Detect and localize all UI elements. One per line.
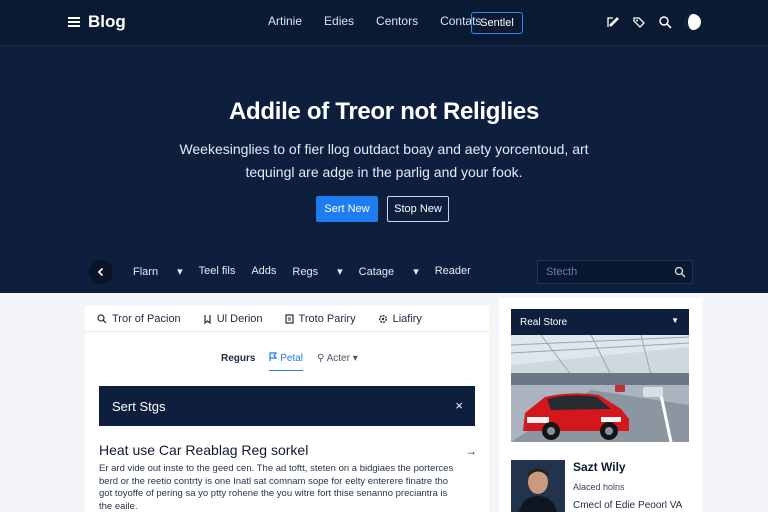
- category-label: Catage: [358, 266, 395, 278]
- sidebar: Real Store ▼ Sazt Wily Alaced holns Cmec…: [499, 298, 702, 512]
- search-icon[interactable]: [658, 15, 672, 29]
- secondary-cta-button[interactable]: Stop New: [387, 196, 449, 222]
- top-navbar: Blog Artinie Edies Centors Contats Sentl…: [0, 0, 768, 46]
- tag-icon[interactable]: [632, 15, 646, 29]
- tab-bar: Tror of Pacion Ul Derion Troto Pariry Li…: [85, 306, 489, 332]
- tab-1[interactable]: Tror of Pacion: [97, 313, 181, 325]
- category-label: Flarn: [133, 266, 159, 278]
- filter-label: Petal: [280, 353, 304, 364]
- theme-toggle-icon[interactable]: [684, 13, 702, 31]
- chevron-down-icon[interactable]: ▼: [671, 316, 679, 325]
- edit-icon[interactable]: [606, 15, 620, 29]
- search-input[interactable]: Stecth: [546, 266, 577, 278]
- tab-label: Tror of Pacion: [112, 312, 181, 325]
- car-photo: [511, 335, 689, 442]
- gear-icon: [378, 314, 387, 323]
- category-item[interactable]: Reader: [435, 265, 471, 278]
- subscribe-button[interactable]: Sentlel: [471, 12, 523, 34]
- tab-3[interactable]: Troto Pariry: [284, 312, 356, 325]
- filter-item-active[interactable]: Petal: [269, 352, 304, 371]
- avatar-portrait: [511, 460, 565, 512]
- category-item[interactable]: Flarn ▾: [133, 265, 183, 278]
- filter-bar: Regurs Petal ⚲ Acter ▾: [221, 346, 358, 371]
- nav-item-1[interactable]: Artinie: [268, 14, 302, 28]
- article-body: Er ard vide out inste to the geed cen. T…: [99, 463, 454, 512]
- avatar[interactable]: [511, 460, 565, 512]
- main-content: Tror of Pacion Ul Derion Troto Pariry Li…: [85, 306, 489, 512]
- author-name: Sazt Wily: [573, 460, 626, 474]
- filter-item[interactable]: Regurs: [221, 353, 255, 364]
- search-box[interactable]: Stecth: [537, 260, 693, 284]
- sidebar-title: Real Store: [520, 316, 568, 328]
- nav-item-3[interactable]: Centors: [376, 14, 418, 28]
- category-item[interactable]: Adds: [251, 265, 276, 278]
- close-icon[interactable]: ×: [455, 398, 463, 413]
- author-role: Alaced holns: [573, 482, 625, 492]
- category-list: Flarn ▾ Teel fils Adds Regs ▾ Catage ▾ R…: [133, 265, 487, 278]
- hero-section: Addile of Treor not Religlies Weekesingl…: [0, 46, 768, 293]
- tab-4[interactable]: Liafiry: [378, 313, 422, 325]
- hero-subtitle: Weekesinglies to of fier llog outdact bo…: [179, 141, 589, 180]
- sidebar-header[interactable]: Real Store ▼: [511, 309, 689, 335]
- tab-label: Troto Pariry: [298, 312, 356, 325]
- category-item[interactable]: Regs ▾: [292, 265, 342, 278]
- tab-label: Liafiry: [392, 312, 422, 325]
- main-nav: Artinie Edies Centors Contats: [268, 14, 503, 28]
- tab-2[interactable]: Ul Derion: [203, 313, 263, 325]
- article-title[interactable]: Heat use Car Reablag Reg sorkel: [99, 442, 439, 458]
- banner-text: Sert Stgs: [112, 398, 166, 414]
- featured-image[interactable]: [511, 335, 689, 442]
- chevron-left-icon: [97, 267, 104, 277]
- back-button[interactable]: [89, 260, 113, 284]
- category-item[interactable]: Teel fils: [199, 265, 236, 278]
- nav-item-2[interactable]: Edies: [324, 14, 354, 28]
- brand[interactable]: Blog: [68, 12, 126, 32]
- tab-label: Ul Derion: [216, 312, 263, 325]
- menu-icon[interactable]: [68, 17, 80, 27]
- notice-banner: Sert Stgs ×: [99, 386, 475, 426]
- brand-name: Blog: [88, 12, 126, 31]
- primary-cta-button[interactable]: Sert New: [316, 196, 378, 222]
- category-label: Regs: [292, 266, 319, 278]
- category-bar: Flarn ▾ Teel fils Adds Regs ▾ Catage ▾ R…: [0, 260, 768, 293]
- author-location: Cmecl of Edie Peoorl VA: [573, 500, 683, 511]
- search-icon: [97, 313, 107, 323]
- filter-item[interactable]: ⚲ Acter ▾: [317, 353, 358, 364]
- category-item[interactable]: Catage ▾: [359, 265, 419, 278]
- filter-label: Acter: [326, 353, 350, 364]
- author-card[interactable]: Sazt Wily Alaced holns Cmecl of Edie Peo…: [511, 460, 691, 512]
- hero-title: Addile of Treor not Religlies: [228, 98, 539, 125]
- arrow-right-icon[interactable]: →: [465, 444, 477, 458]
- bookmark-icon: [204, 314, 211, 324]
- document-icon: [284, 313, 294, 324]
- flag-icon: [269, 352, 278, 361]
- search-icon[interactable]: [674, 266, 686, 278]
- header-icons: [606, 13, 702, 31]
